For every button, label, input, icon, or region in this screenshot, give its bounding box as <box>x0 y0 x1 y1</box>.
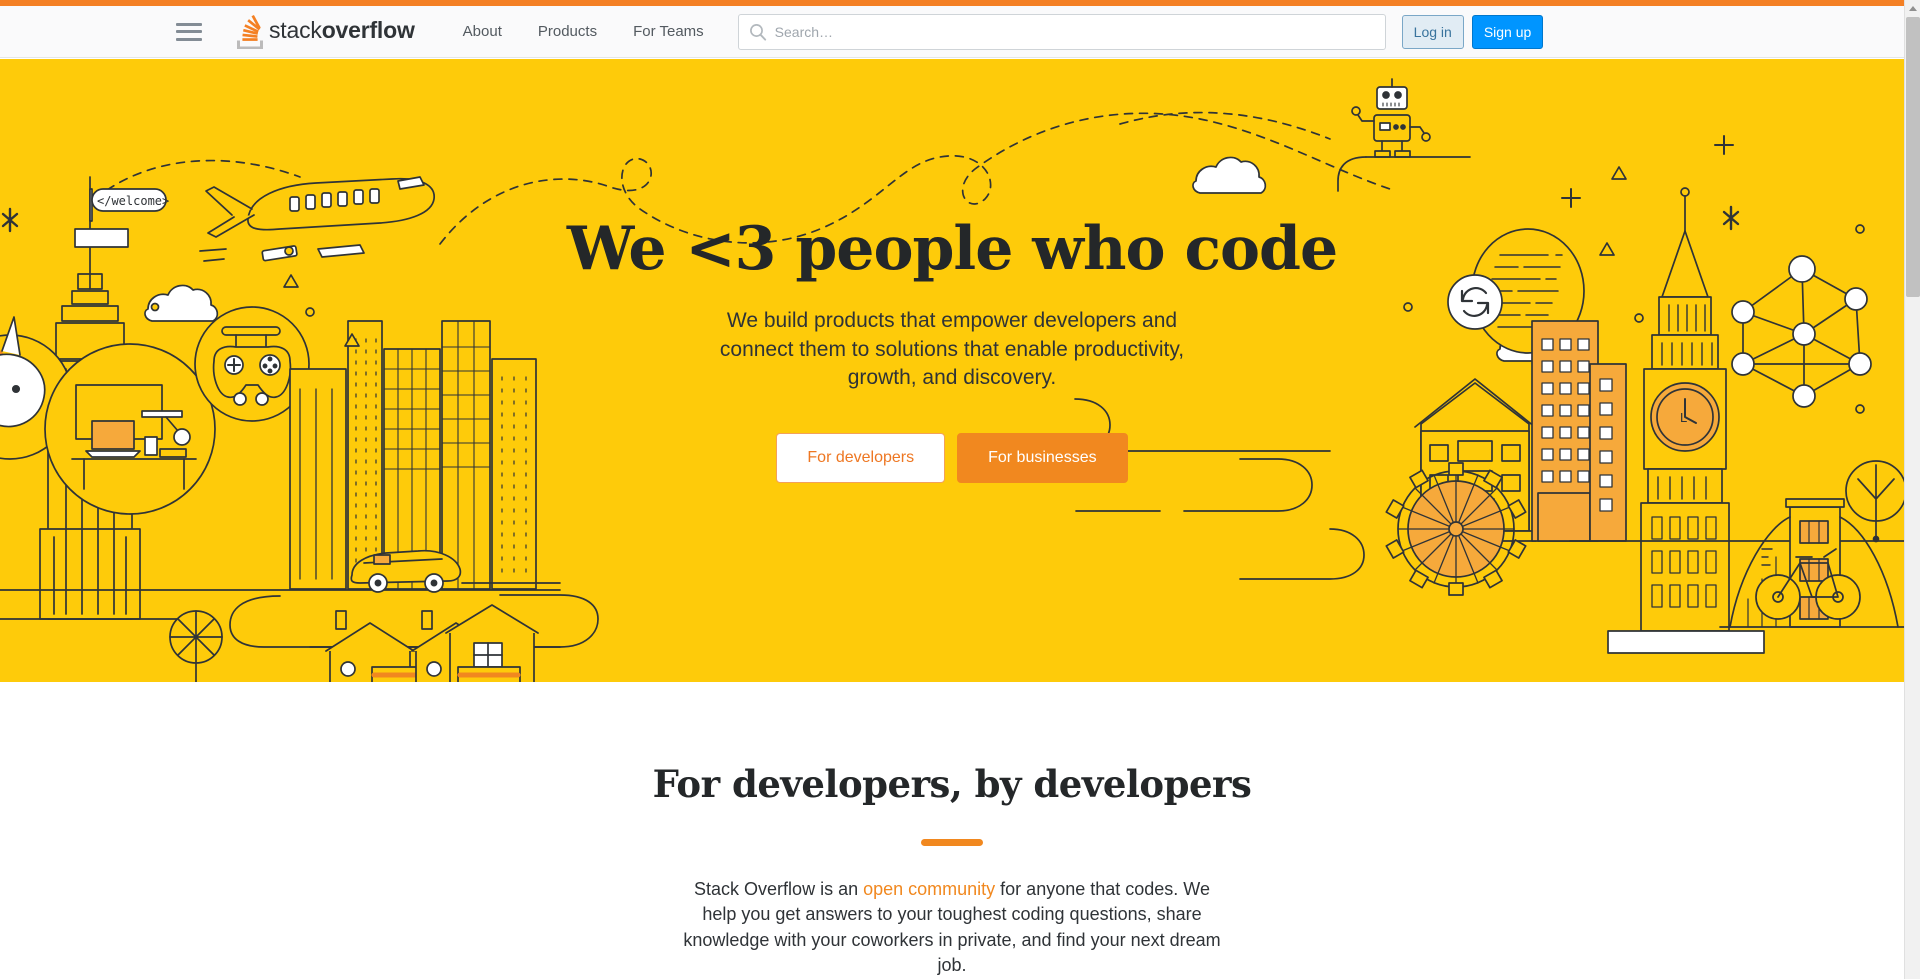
clock-face-label: L <box>1680 410 1687 425</box>
logo-text-light: stack <box>269 17 322 43</box>
page-scrollbar[interactable] <box>1904 0 1920 979</box>
triangle-icon <box>283 274 299 288</box>
hero-illustration: </welcome> L <box>0 78 1904 682</box>
page-root: stackoverflow About Products For Teams L… <box>0 0 1920 979</box>
airplane-icon <box>199 176 435 262</box>
search-input[interactable] <box>737 13 1386 50</box>
road-path <box>1183 458 1313 512</box>
circle-dot-icon <box>150 302 160 312</box>
section-body-part-1: Stack Overflow is an <box>694 878 864 899</box>
stack-overflow-logo-icon <box>237 14 263 49</box>
road-path <box>1239 528 1365 580</box>
scroll-up-arrow-icon[interactable] <box>1905 0 1920 16</box>
hamburger-bar <box>176 30 202 33</box>
sparkle-icon <box>1722 205 1740 231</box>
for-developers-section: For developers, by developers Stack Over… <box>0 682 1904 979</box>
nav-item-for-teams[interactable]: For Teams <box>615 15 722 48</box>
open-community-link[interactable]: open community <box>863 879 995 899</box>
section-title: For developers, by developers <box>652 762 1252 806</box>
scrollbar-thumb[interactable] <box>1906 17 1920 297</box>
section-body: Stack Overflow is an open community for … <box>680 877 1225 979</box>
search-container <box>737 13 1386 50</box>
circle-dot-icon <box>284 246 294 256</box>
circle-dot-icon <box>305 307 315 317</box>
hamburger-bar <box>176 22 202 26</box>
stack-overflow-logo[interactable]: stackoverflow <box>234 14 415 50</box>
robot-icon <box>1337 78 1471 192</box>
hero-section: </welcome> L We <3 people who code We bu… <box>0 59 1904 682</box>
plus-icon <box>1561 188 1581 208</box>
plus-icon <box>1714 135 1734 155</box>
network-graph-icon <box>1731 255 1872 408</box>
triangle-icon <box>1599 242 1615 256</box>
for-businesses-button[interactable]: For businesses <box>957 432 1128 483</box>
cloud-icon <box>1192 156 1267 194</box>
logo-text-bold: overflow <box>321 17 415 43</box>
tree-icon <box>1845 460 1904 543</box>
sparkle-icon <box>1 207 19 233</box>
triangle-icon <box>1611 166 1627 180</box>
circle-dot-icon <box>1855 224 1865 234</box>
primary-nav: About Products For Teams <box>445 15 722 48</box>
nav-item-about[interactable]: About <box>445 15 520 48</box>
hero-cta-group: For developers For businesses <box>776 432 1128 483</box>
hamburger-bar <box>176 37 202 41</box>
desk-laptop-circle-icon <box>44 343 216 515</box>
hamburger-menu-icon[interactable] <box>176 22 202 41</box>
top-accent-bar <box>0 0 1904 6</box>
tree-icon <box>169 610 223 682</box>
site-header: stackoverflow About Products For Teams L… <box>0 6 1904 58</box>
log-in-button[interactable]: Log in <box>1401 14 1464 49</box>
houses <box>325 604 539 682</box>
sign-up-button[interactable]: Sign up <box>1471 14 1544 49</box>
section-divider-rule <box>921 839 983 846</box>
circle-dot-icon <box>1855 404 1865 414</box>
auth-buttons: Log in Sign up <box>1401 14 1544 49</box>
for-developers-button[interactable]: For developers <box>776 432 946 483</box>
circle-dot-icon <box>1634 313 1644 323</box>
logo-text: stackoverflow <box>269 19 415 44</box>
circle-dot-icon <box>1403 302 1413 312</box>
nav-item-products[interactable]: Products <box>520 15 615 48</box>
welcome-flag-label: </welcome> <box>97 194 169 208</box>
